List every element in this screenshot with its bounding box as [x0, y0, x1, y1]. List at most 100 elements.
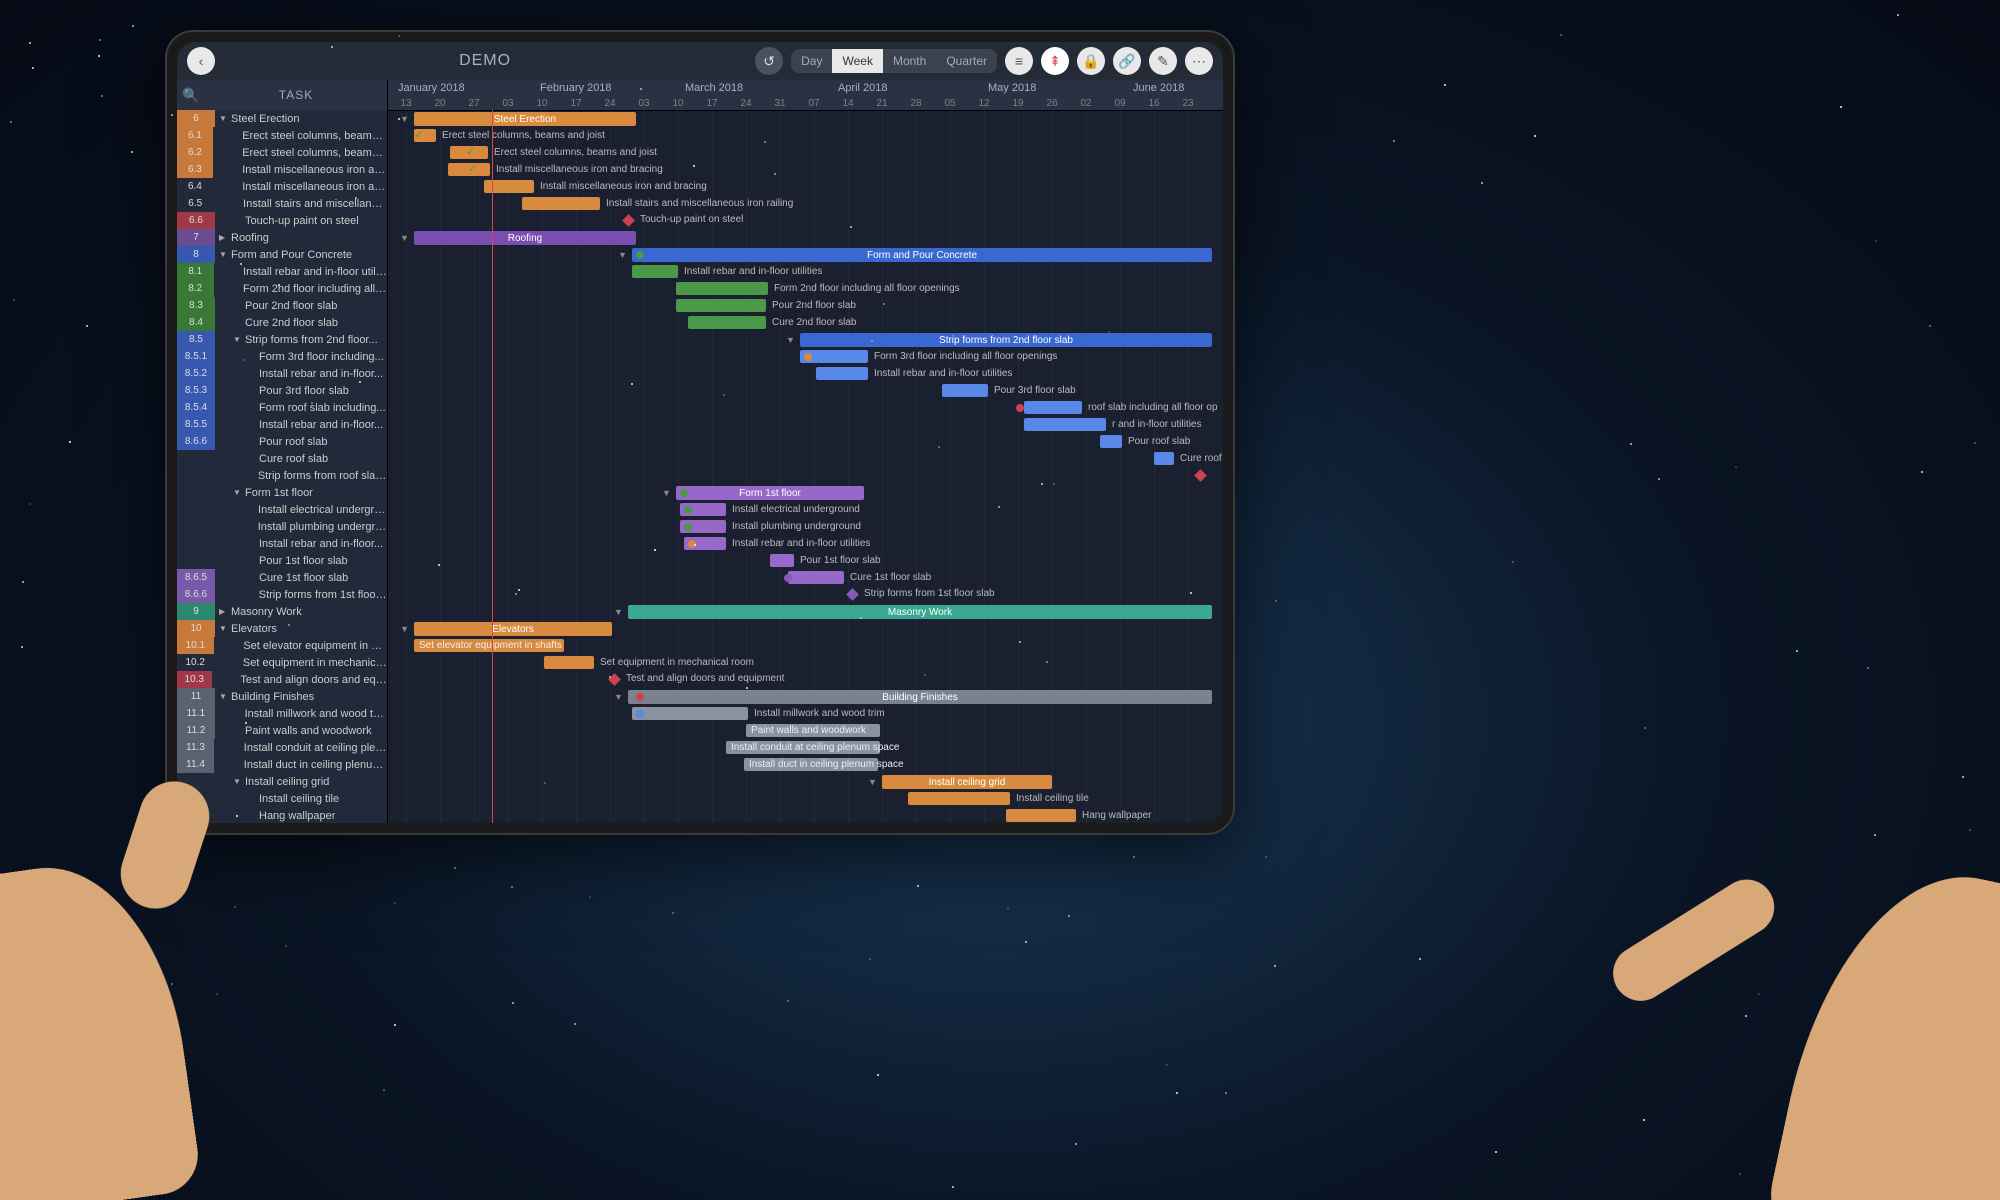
summary-bar[interactable]: Elevators — [414, 622, 612, 636]
expand-toggle[interactable]: ▼ — [219, 624, 231, 633]
task-list[interactable]: 6▼Steel Erection6.1Erect steel columns, … — [177, 110, 387, 823]
task-row[interactable]: 11▼Building Finishes — [177, 688, 387, 705]
expand-toggle[interactable]: ▼ — [233, 335, 245, 344]
task-row[interactable]: 8.2Form 2nd floor including all fl... — [177, 280, 387, 297]
seg-day[interactable]: Day — [791, 49, 832, 73]
timescale-segment[interactable]: Day Week Month Quarter — [791, 49, 997, 73]
summary-bar[interactable]: Building Finishes — [628, 690, 1212, 704]
task-row[interactable]: 10.2Set equipment in mechanical... — [177, 654, 387, 671]
task-row[interactable]: 8.4Cure 2nd floor slab — [177, 314, 387, 331]
task-bar[interactable]: Cure 2nd floor slab — [688, 316, 766, 329]
task-bar[interactable]: Install rebar and in-floor utilities — [816, 367, 868, 380]
task-row[interactable]: 6.6Touch-up paint on steel — [177, 212, 387, 229]
seg-month[interactable]: Month — [883, 49, 936, 73]
gantt-body[interactable]: ▼Steel ErectionErect steel columns, beam… — [388, 110, 1223, 823]
task-row[interactable]: Install ceiling tile — [177, 790, 387, 807]
task-row[interactable]: 8▼Form and Pour Concrete — [177, 246, 387, 263]
search-icon[interactable]: 🔍 — [177, 87, 205, 104]
task-row[interactable]: ▼Form 1st floor — [177, 484, 387, 501]
task-row[interactable]: 8.1Install rebar and in-floor utiliti... — [177, 263, 387, 280]
task-row[interactable]: 11.1Install millwork and wood trim — [177, 705, 387, 722]
task-row[interactable]: 8.5.4Form roof slab including... — [177, 399, 387, 416]
lock-button[interactable]: 🔒 — [1077, 47, 1105, 75]
filter-button[interactable]: ≡ — [1005, 47, 1033, 75]
collapse-icon[interactable]: ▼ — [662, 488, 671, 498]
task-row[interactable]: 11.2Paint walls and woodwork — [177, 722, 387, 739]
task-bar[interactable]: r and in-floor utilities — [1024, 418, 1106, 431]
undo-button[interactable]: ↺ — [755, 47, 783, 75]
task-bar[interactable]: Install conduit at ceiling plenum space — [726, 741, 880, 754]
summary-bar[interactable]: Form 1st floor — [676, 486, 864, 500]
task-row[interactable]: ▼Install ceiling grid — [177, 773, 387, 790]
collapse-icon[interactable]: ▼ — [400, 233, 409, 243]
task-bar[interactable]: Install stairs and miscellaneous iron ra… — [522, 197, 600, 210]
task-row[interactable]: 8.5.5Install rebar and in-floor... — [177, 416, 387, 433]
back-button[interactable]: ‹ — [187, 47, 215, 75]
expand-toggle[interactable]: ▼ — [233, 777, 245, 786]
collapse-icon[interactable]: ▼ — [618, 250, 627, 260]
summary-bar[interactable]: Roofing — [414, 231, 636, 245]
milestone-diamond[interactable] — [846, 588, 859, 601]
summary-bar[interactable]: Strip forms from 2nd floor slab — [800, 333, 1212, 347]
task-bar[interactable]: Cure roof s — [1154, 452, 1174, 465]
summary-bar[interactable]: Install ceiling grid — [882, 775, 1052, 789]
task-bar[interactable]: Form 2nd floor including all floor openi… — [676, 282, 768, 295]
share-button[interactable]: ✎ — [1149, 47, 1177, 75]
collapse-icon[interactable]: ▼ — [614, 607, 623, 617]
summary-bar[interactable]: Steel Erection — [414, 112, 636, 126]
task-row[interactable]: 11.4Install duct in ceiling plenum... — [177, 756, 387, 773]
task-row[interactable]: 8.5.2Install rebar and in-floor... — [177, 365, 387, 382]
task-row[interactable]: Install plumbing undergro... — [177, 518, 387, 535]
task-bar[interactable]: Hang wallpaper — [1006, 809, 1076, 822]
task-bar[interactable]: Pour roof slab — [1100, 435, 1122, 448]
task-bar[interactable]: Set equipment in mechanical room — [544, 656, 594, 669]
collapse-icon[interactable]: ▼ — [400, 624, 409, 634]
expand-toggle[interactable]: ▶ — [219, 607, 231, 616]
summary-bar[interactable]: Form and Pour Concrete — [632, 248, 1212, 262]
task-bar[interactable]: Install ceiling tile — [908, 792, 1010, 805]
task-bar[interactable]: Install duct in ceiling plenum space — [744, 758, 878, 771]
task-bar[interactable]: Install millwork and wood trim — [632, 707, 748, 720]
task-row[interactable]: 11.3Install conduit at ceiling plen... — [177, 739, 387, 756]
task-row[interactable]: 8.6.5Cure 1st floor slab — [177, 569, 387, 586]
expand-toggle[interactable]: ▼ — [219, 250, 231, 259]
collapse-icon[interactable]: ▼ — [868, 777, 877, 787]
task-bar[interactable]: Pour 3rd floor slab — [942, 384, 988, 397]
task-row[interactable]: Pour 1st floor slab — [177, 552, 387, 569]
task-row[interactable]: 6.2Erect steel columns, beams a... — [177, 144, 387, 161]
task-row[interactable]: 8.6.6Strip forms from 1st floor... — [177, 586, 387, 603]
gantt-panel[interactable]: January 2018February 2018March 2018April… — [388, 80, 1223, 823]
task-row[interactable]: 10.1Set elevator equipment in sh... — [177, 637, 387, 654]
expand-toggle[interactable]: ▼ — [233, 488, 245, 497]
task-row[interactable]: 10▼Elevators — [177, 620, 387, 637]
task-row[interactable]: 8.3Pour 2nd floor slab — [177, 297, 387, 314]
task-row[interactable]: 8.6.6Pour roof slab — [177, 433, 387, 450]
milestone-diamond[interactable] — [1194, 469, 1207, 482]
expand-toggle[interactable]: ▼ — [219, 692, 231, 701]
task-bar[interactable]: Pour 1st floor slab — [770, 554, 794, 567]
seg-quarter[interactable]: Quarter — [936, 49, 997, 73]
collapse-icon[interactable]: ▼ — [614, 692, 623, 702]
seg-week[interactable]: Week — [832, 49, 882, 73]
task-bar[interactable]: Install rebar and in-floor utilities — [632, 265, 678, 278]
expand-toggle[interactable]: ▼ — [219, 114, 231, 123]
task-row[interactable]: Install rebar and in-floor... — [177, 535, 387, 552]
task-row[interactable]: 10.3Test and align doors and equi...◆ — [177, 671, 387, 688]
task-row[interactable]: 8.5.3Pour 3rd floor slab — [177, 382, 387, 399]
task-bar[interactable]: Cure 1st floor slab — [788, 571, 844, 584]
collapse-icon[interactable]: ▼ — [400, 114, 409, 124]
task-row[interactable]: 9▶Masonry Work — [177, 603, 387, 620]
task-row[interactable]: Cure roof slab — [177, 450, 387, 467]
task-bar[interactable]: Set elevator equipment in shafts — [414, 639, 564, 652]
milestone-diamond[interactable] — [622, 214, 635, 227]
split-button[interactable]: ⇞ — [1041, 47, 1069, 75]
task-row[interactable]: Install electrical undergro... — [177, 501, 387, 518]
task-row[interactable]: 6.4Install miscellaneous iron and... — [177, 178, 387, 195]
task-bar[interactable]: Paint walls and woodwork — [746, 724, 880, 737]
task-row[interactable]: 8.5▼Strip forms from 2nd floor... — [177, 331, 387, 348]
task-bar[interactable]: Pour 2nd floor slab — [676, 299, 766, 312]
task-row[interactable]: 6.1Erect steel columns, beams a... — [177, 127, 387, 144]
task-row[interactable]: 6.3Install miscellaneous iron and... — [177, 161, 387, 178]
summary-bar[interactable]: Masonry Work — [628, 605, 1212, 619]
task-row[interactable]: 8.5.1Form 3rd floor including... — [177, 348, 387, 365]
